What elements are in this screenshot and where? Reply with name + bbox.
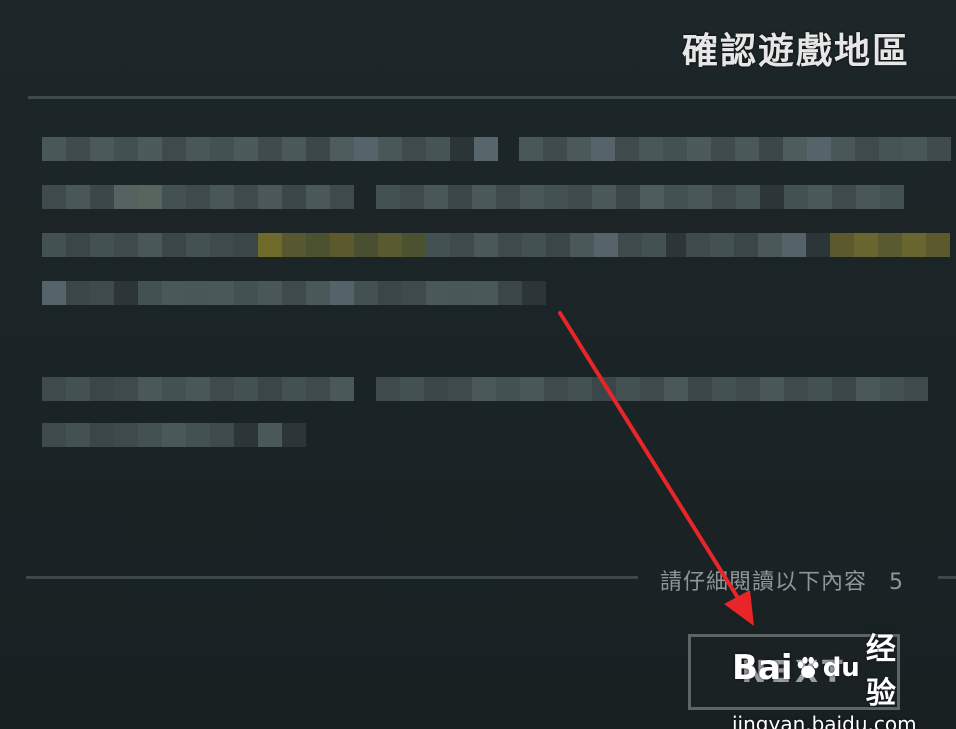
- red-arrow-annotation: [558, 311, 754, 626]
- watermark-url: jingyan.baidu.com: [732, 712, 917, 729]
- region-confirm-dialog: 確認遊戲地區 請仔細閱讀以下內容 5 NEXT Bai du 经验 jingya…: [0, 0, 956, 729]
- text-line: [42, 185, 354, 209]
- watermark-brand-cn: 经验: [865, 632, 896, 711]
- text-line: [42, 233, 690, 257]
- watermark-brand-left: Bai: [732, 648, 793, 688]
- text-line: [686, 233, 950, 257]
- text-line: [42, 377, 354, 401]
- text-line: [42, 137, 498, 161]
- read-notice-text: 請仔細閱讀以下內容: [660, 570, 868, 595]
- read-notice: 請仔細閱讀以下內容 5: [660, 564, 904, 596]
- paw-icon: [797, 656, 818, 679]
- bottom-divider: [26, 576, 638, 579]
- text-line: [42, 281, 546, 305]
- bottom-divider-tail: [938, 576, 956, 579]
- text-line: [42, 423, 306, 447]
- dialog-title: 確認遊戲地區: [681, 31, 910, 72]
- text-line: [376, 185, 904, 209]
- text-line: [376, 377, 928, 401]
- text-line: [519, 137, 951, 161]
- watermark-brand-du: du: [822, 653, 860, 683]
- countdown-number: 5: [889, 570, 905, 595]
- baidu-watermark: Bai du 经验 jingyan.baidu.com: [732, 624, 917, 729]
- top-divider: [28, 96, 956, 99]
